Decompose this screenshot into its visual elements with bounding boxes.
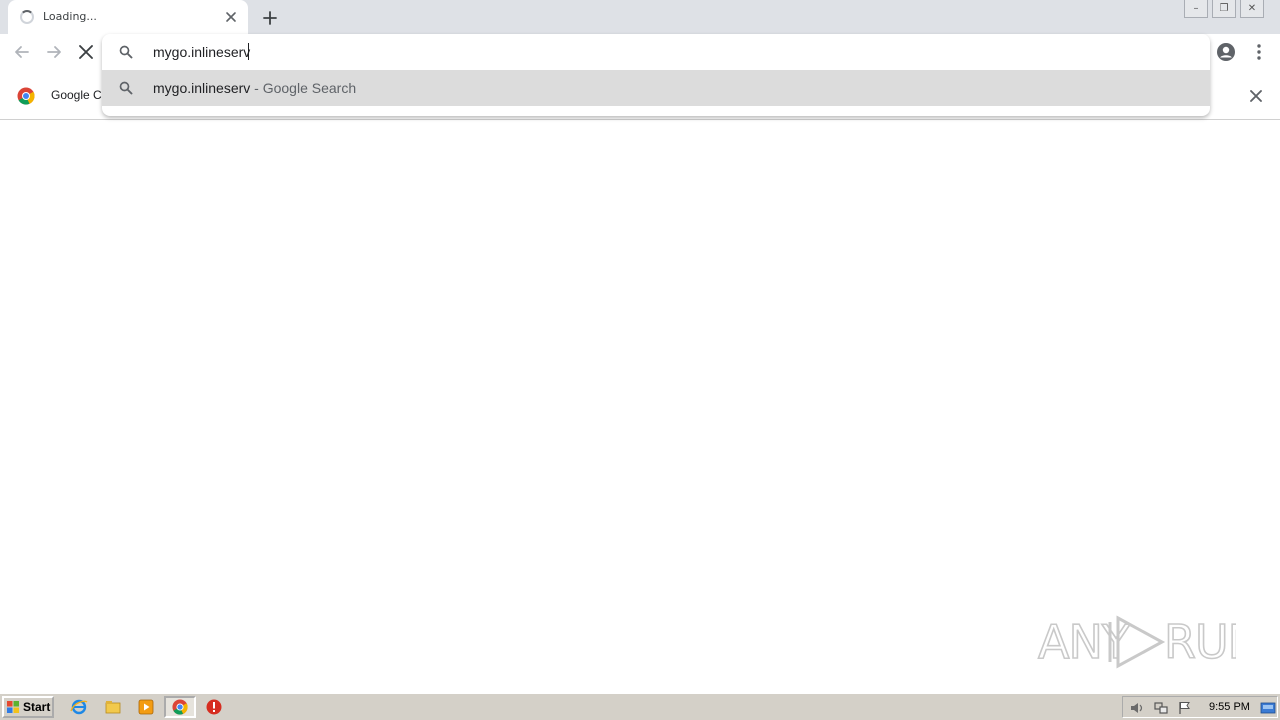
suggestion-query: mygo.inlineserv — [153, 80, 251, 96]
taskbar-clock: 9:55 PM — [1209, 701, 1250, 713]
media-player-icon[interactable] — [137, 698, 155, 716]
minimize-button[interactable]: – — [1184, 0, 1208, 18]
stop-sign-app-icon[interactable] — [205, 698, 223, 716]
loading-spinner-icon — [20, 10, 34, 24]
start-label: Start — [23, 700, 51, 714]
chrome-taskbar-button[interactable] — [164, 696, 196, 718]
kebab-menu-icon[interactable] — [1249, 42, 1269, 62]
suggestion-search-icon — [119, 81, 133, 95]
infobar-close-icon[interactable] — [1248, 88, 1264, 104]
volume-icon[interactable] — [1129, 700, 1145, 716]
suggestion-suffix: - Google Search — [250, 80, 357, 96]
chrome-taskbar-icon — [172, 699, 188, 715]
suggestion-text: mygo.inlineserv - Google Search — [153, 80, 356, 96]
tab-strip: Loading... – ❐ ✕ — [0, 0, 1280, 34]
screen: Loading... – ❐ ✕ Google Cl mygo.inlinese… — [0, 0, 1280, 720]
start-button[interactable]: Start — [2, 696, 54, 718]
internet-explorer-icon[interactable] — [70, 698, 88, 716]
window-close-button[interactable]: ✕ — [1240, 0, 1264, 18]
omnibox-input-row — [102, 34, 1210, 70]
maximize-button[interactable]: ❐ — [1212, 0, 1236, 18]
text-caret — [248, 43, 249, 60]
anyrun-watermark: ANY RUN — [1037, 614, 1236, 670]
show-desktop-icon[interactable] — [1260, 700, 1276, 716]
file-explorer-icon[interactable] — [104, 698, 122, 716]
infobar-message: Google Cl — [51, 88, 105, 102]
tab-loading[interactable]: Loading... — [8, 0, 248, 34]
search-icon — [119, 45, 133, 59]
back-arrow-icon[interactable] — [12, 42, 32, 62]
watermark-text-right: RUN — [1164, 615, 1236, 669]
tab-title: Loading... — [43, 10, 97, 23]
forward-arrow-icon[interactable] — [44, 42, 64, 62]
omnibox-popup: mygo.inlineserv - Google Search — [102, 34, 1210, 116]
system-tray: 9:55 PM — [1122, 696, 1278, 718]
stop-loading-icon[interactable] — [76, 42, 96, 62]
profile-avatar-icon[interactable] — [1216, 42, 1236, 62]
network-icon[interactable] — [1153, 700, 1169, 716]
new-tab-plus-icon[interactable] — [259, 7, 281, 29]
omnibox-suggestion[interactable]: mygo.inlineserv - Google Search — [102, 70, 1210, 106]
address-bar-input[interactable] — [153, 42, 1153, 62]
window-controls: – ❐ ✕ — [1180, 0, 1270, 18]
windows-flag-icon — [7, 701, 19, 713]
action-center-flag-icon[interactable] — [1177, 700, 1193, 716]
tab-close-icon[interactable] — [222, 8, 240, 26]
taskbar: Start 9:55 PM — [0, 693, 1280, 720]
chrome-logo-icon — [17, 87, 35, 105]
